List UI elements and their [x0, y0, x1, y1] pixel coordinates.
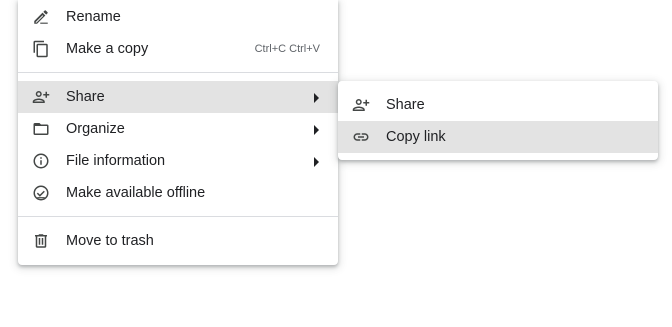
submenu-item-share[interactable]: Share [338, 89, 658, 121]
menu-item-label: Move to trash [66, 233, 154, 249]
submenu-item-copy-link[interactable]: Copy link [338, 121, 658, 153]
menu-divider [18, 216, 338, 217]
menu-item-label: Make available offline [66, 185, 206, 201]
submenu-arrow-icon [314, 93, 319, 103]
info-icon [32, 152, 50, 170]
pencil-icon [32, 8, 50, 26]
menu-item-label: Make a copy [66, 41, 149, 57]
menu-item-label: Share [66, 89, 105, 105]
menu-item-label: Copy link [386, 129, 446, 145]
person-add-icon [352, 96, 370, 114]
trash-icon [32, 232, 50, 250]
person-add-icon [32, 88, 50, 106]
context-menu: Rename Make a copy Ctrl+C Ctrl+V Share O… [18, 0, 338, 265]
menu-item-organize[interactable]: Organize [18, 113, 338, 145]
folder-open-icon [32, 120, 50, 138]
submenu-arrow-icon [314, 157, 319, 167]
menu-item-label: File information [66, 153, 166, 169]
submenu-arrow-icon [314, 125, 319, 135]
menu-item-make-available-offline[interactable]: Make available offline [18, 177, 338, 209]
menu-item-move-to-trash[interactable]: Move to trash [18, 225, 338, 257]
keyboard-shortcut: Ctrl+C Ctrl+V [254, 43, 320, 55]
menu-item-label: Organize [66, 121, 125, 137]
menu-item-label: Share [386, 97, 425, 113]
menu-item-make-copy[interactable]: Make a copy Ctrl+C Ctrl+V [18, 33, 338, 65]
share-submenu: Share Copy link [338, 81, 658, 160]
menu-item-share[interactable]: Share [18, 81, 338, 113]
copy-icon [32, 40, 50, 58]
menu-item-rename[interactable]: Rename [18, 1, 338, 33]
menu-item-label: Rename [66, 9, 121, 25]
offline-check-icon [32, 184, 50, 202]
menu-divider [18, 72, 338, 73]
menu-item-file-information[interactable]: File information [18, 145, 338, 177]
link-icon [352, 128, 370, 146]
